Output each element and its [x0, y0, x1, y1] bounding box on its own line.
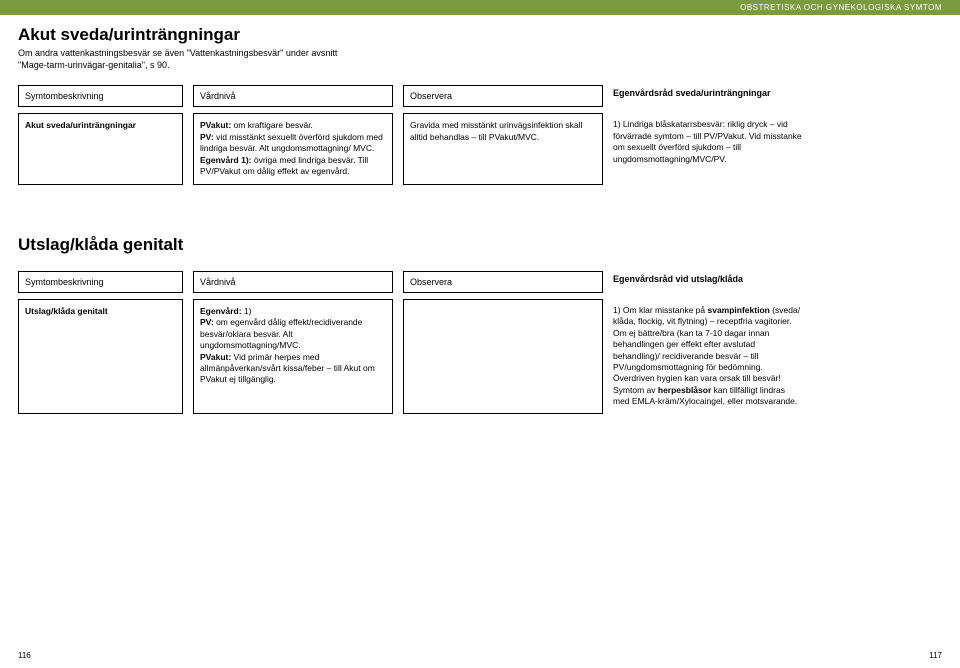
- symptom-text: Utslag/klåda genitalt: [25, 306, 108, 316]
- text: vid misstänkt sexuellt överförd sjukdom …: [200, 132, 383, 153]
- cell-observera: Gravida med misstänkt urinvägsinfektion …: [403, 113, 603, 184]
- section-title: Utslag/klåda genitalt: [18, 235, 942, 255]
- col-header-symptom: Symtombeskrivning: [18, 271, 183, 293]
- section-title: Akut sveda/urinträngningar: [18, 25, 942, 45]
- col-header-vardniva: Vårdnivå: [193, 271, 393, 293]
- symptom-text: Akut sveda/urinträngningar: [25, 120, 136, 130]
- cell-symptom: Utslag/klåda genitalt: [18, 299, 183, 414]
- cell-observera: [403, 299, 603, 414]
- cell-symptom: Akut sveda/urinträngningar: [18, 113, 183, 184]
- col-header-egenvard: Egenvårdsråd sveda/urinträngningar: [613, 85, 803, 107]
- text: 1) Om klar misstanke på: [613, 305, 707, 315]
- bold-text: herpesblåsor: [658, 385, 711, 395]
- label: PVakut:: [200, 120, 231, 130]
- label: Egenvård 1):: [200, 155, 252, 165]
- text: om kraftigare besvär.: [231, 120, 313, 130]
- egenvard-para: 1) Om klar misstanke på svampinfektion (…: [613, 305, 803, 374]
- section-utslag: Utslag/klåda genitalt Symtombeskrivning …: [18, 235, 942, 414]
- vardniva-line: PVakut: Vid primär herpes med allmänpåve…: [200, 352, 386, 386]
- text: 1): [242, 306, 252, 316]
- col-header-symptom: Symtombeskrivning: [18, 85, 183, 107]
- vardniva-line: PVakut: om kraftigare besvär.: [200, 120, 386, 131]
- table-header-row: Symtombeskrivning Vårdnivå Observera Ege…: [18, 85, 942, 107]
- page-number-right: 117: [929, 651, 942, 660]
- table-row: Akut sveda/urinträngningar PVakut: om kr…: [18, 113, 942, 184]
- page-number-left: 116: [18, 651, 31, 660]
- vardniva-line: Egenvård: 1): [200, 306, 386, 317]
- col-header-observera: Observera: [403, 271, 603, 293]
- egenvard-para: Överdriven hygien kan vara orsak till be…: [613, 373, 803, 384]
- header-band: OBSTRETISKA OCH GYNEKOLOGISKA SYMTOM: [0, 0, 960, 15]
- vardniva-line: Egenvård 1): övriga med lindriga besvär.…: [200, 155, 386, 178]
- cell-vardniva: PVakut: om kraftigare besvär. PV: vid mi…: [193, 113, 393, 184]
- label: PV:: [200, 317, 214, 327]
- text: om egenvård dålig effekt/recidiverande b…: [200, 317, 362, 350]
- vardniva-line: PV: om egenvård dålig effekt/recidiveran…: [200, 317, 386, 351]
- section-urin: Akut sveda/urinträngningar Om andra vatt…: [18, 25, 942, 185]
- cell-egenvard: 1) Lindriga blåskatarrsbesvär: riklig dr…: [613, 113, 803, 184]
- col-header-egenvard: Egenvårdsråd vid utslag/klåda: [613, 271, 803, 293]
- table-row: Utslag/klåda genitalt Egenvård: 1) PV: o…: [18, 299, 942, 414]
- vardniva-line: PV: vid misstänkt sexuellt överförd sjuk…: [200, 132, 386, 155]
- label: PV:: [200, 132, 214, 142]
- egenvard-para: Symtom av herpesblåsor kan tillfälligt l…: [613, 385, 803, 408]
- label: Egenvård:: [200, 306, 242, 316]
- bold-text: svampinfektion: [707, 305, 769, 315]
- col-header-vardniva: Vårdnivå: [193, 85, 393, 107]
- cell-egenvard: 1) Om klar misstanke på svampinfektion (…: [613, 299, 803, 414]
- cell-vardniva: Egenvård: 1) PV: om egenvård dålig effek…: [193, 299, 393, 414]
- col-header-observera: Observera: [403, 85, 603, 107]
- label: PVakut:: [200, 352, 231, 362]
- table-header-row: Symtombeskrivning Vårdnivå Observera Ege…: [18, 271, 942, 293]
- section-subtitle: Om andra vattenkastningsbesvär se även "…: [18, 47, 358, 71]
- text: Symtom av: [613, 385, 658, 395]
- page-body: Akut sveda/urinträngningar Om andra vatt…: [0, 15, 960, 414]
